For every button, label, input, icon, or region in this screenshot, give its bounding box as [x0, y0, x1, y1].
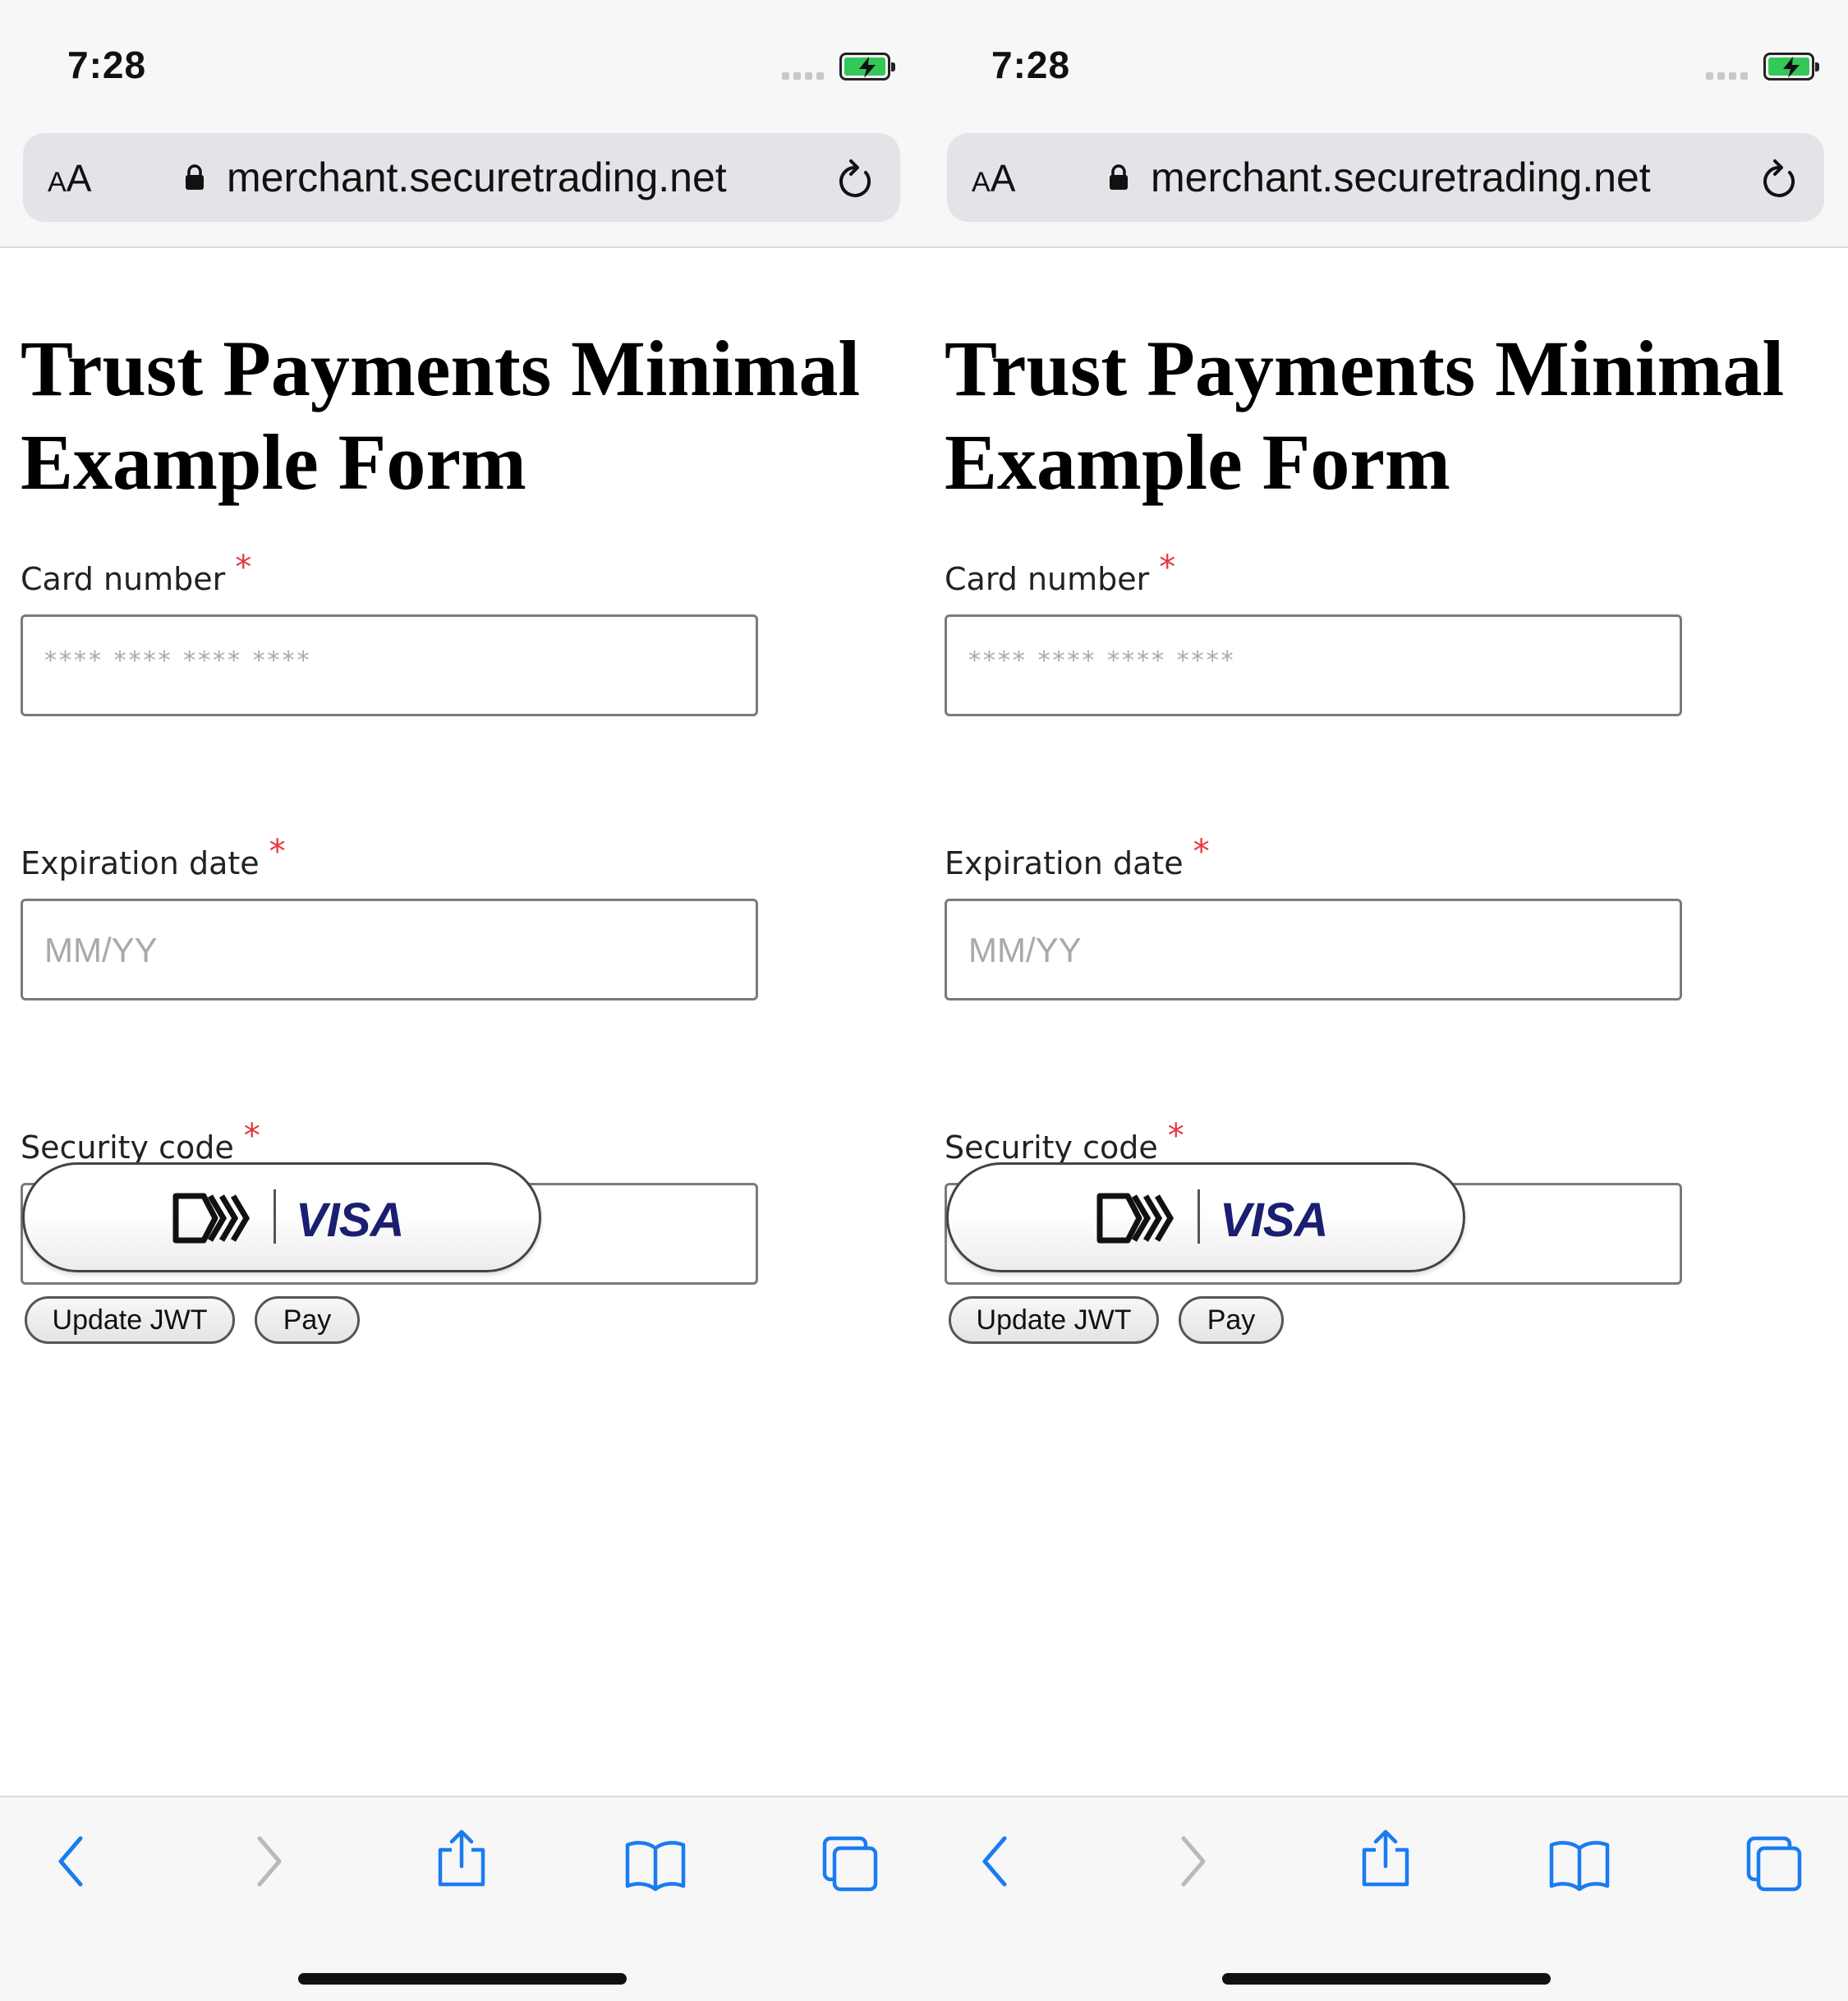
- update-jwt-button[interactable]: Update JWT: [949, 1296, 1159, 1344]
- required-marker: *: [235, 549, 252, 586]
- url-text[interactable]: merchant.securetrading.net: [227, 154, 727, 200]
- expiration-date-label: Expiration date *: [21, 833, 286, 881]
- required-marker: *: [243, 1117, 260, 1155]
- chevron-left-icon[interactable]: [978, 1835, 1011, 1888]
- browser-top-bar: 7:28 AA merchant.securetrading.net: [0, 0, 924, 248]
- card-number-label: Card number *: [945, 549, 1176, 597]
- pay-button[interactable]: Pay: [1179, 1296, 1284, 1344]
- browser-toolbar: [0, 1796, 924, 2001]
- reload-icon[interactable]: [1758, 158, 1800, 202]
- card-number-placeholder: **** **** **** ****: [44, 646, 312, 675]
- chevron-left-icon[interactable]: [54, 1835, 87, 1888]
- card-number-placeholder: **** **** **** ****: [968, 646, 1236, 675]
- phone-screen-right: 7:28 AA merchant.securetrading.net Trust…: [924, 0, 1848, 2001]
- page-title: Trust Payments Minimal Example Form: [945, 324, 1785, 506]
- security-code-label: Security code *: [945, 1117, 1184, 1166]
- chevron-right-icon[interactable]: [253, 1835, 286, 1888]
- book-icon[interactable]: [624, 1840, 687, 1891]
- card-number-input[interactable]: **** **** **** ****: [945, 614, 1682, 716]
- status-time: 7:28: [67, 44, 147, 86]
- status-time: 7:28: [991, 44, 1071, 86]
- battery-charging-icon: [1763, 53, 1819, 80]
- share-icon[interactable]: [1359, 1828, 1412, 1888]
- browser-toolbar: [924, 1796, 1848, 2001]
- required-marker: *: [1167, 1117, 1184, 1155]
- required-marker: *: [1193, 833, 1210, 871]
- lock-icon: [186, 164, 204, 190]
- click-to-pay-icon: [172, 1193, 251, 1244]
- chevron-right-icon[interactable]: [1177, 1835, 1210, 1888]
- tabs-icon[interactable]: [821, 1835, 879, 1893]
- divider: [274, 1189, 276, 1244]
- card-number-label: Card number *: [21, 549, 252, 597]
- visa-logo: VISA: [1220, 1194, 1328, 1247]
- cellular-signal-icon: [1706, 72, 1750, 80]
- visa-click-to-pay-button[interactable]: VISA: [22, 1162, 541, 1272]
- reader-text-size-button[interactable]: AA: [972, 159, 1015, 201]
- home-indicator: [1222, 1973, 1551, 1985]
- book-icon[interactable]: [1548, 1840, 1611, 1891]
- lock-icon: [1110, 164, 1128, 190]
- expiration-date-label: Expiration date *: [945, 833, 1210, 881]
- home-indicator: [298, 1973, 627, 1985]
- required-marker: *: [269, 833, 286, 871]
- battery-charging-icon: [839, 53, 895, 80]
- click-to-pay-icon: [1096, 1193, 1175, 1244]
- browser-top-bar: 7:28 AA merchant.securetrading.net: [924, 0, 1848, 248]
- share-icon[interactable]: [435, 1828, 488, 1888]
- reload-icon[interactable]: [834, 158, 876, 202]
- page-title: Trust Payments Minimal Example Form: [21, 324, 861, 506]
- phone-screen-left: 7:28 AA merchant.securetrading.net Trust…: [0, 0, 924, 2001]
- reader-text-size-button[interactable]: AA: [48, 159, 91, 201]
- address-bar[interactable]: AA merchant.securetrading.net: [23, 133, 900, 222]
- required-marker: *: [1159, 549, 1176, 586]
- visa-logo: VISA: [296, 1194, 404, 1247]
- divider: [1198, 1189, 1200, 1244]
- tabs-icon[interactable]: [1745, 1835, 1803, 1893]
- security-code-label: Security code *: [21, 1117, 260, 1166]
- expiration-date-input[interactable]: MM/YY: [21, 899, 758, 1000]
- update-jwt-button[interactable]: Update JWT: [25, 1296, 235, 1344]
- visa-click-to-pay-button[interactable]: VISA: [946, 1162, 1465, 1272]
- address-bar[interactable]: AA merchant.securetrading.net: [947, 133, 1824, 222]
- expiration-date-input[interactable]: MM/YY: [945, 899, 1682, 1000]
- card-number-input[interactable]: **** **** **** ****: [21, 614, 758, 716]
- expiration-date-placeholder: MM/YY: [968, 931, 1082, 969]
- pay-button[interactable]: Pay: [255, 1296, 360, 1344]
- url-text[interactable]: merchant.securetrading.net: [1151, 154, 1651, 200]
- expiration-date-placeholder: MM/YY: [44, 931, 158, 969]
- cellular-signal-icon: [782, 72, 826, 80]
